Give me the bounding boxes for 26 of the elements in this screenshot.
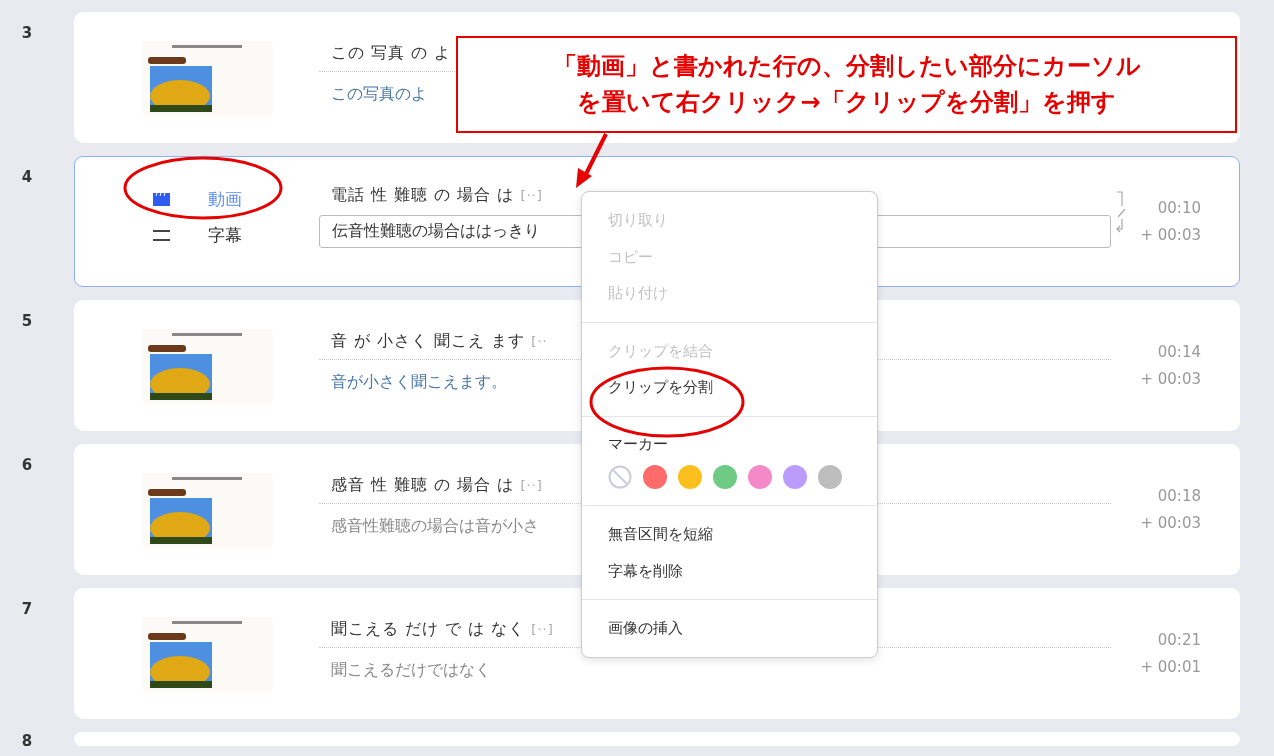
clip-duration: + 00:03 (1140, 512, 1201, 534)
subtitle-text: 音が小さく聞こえます。 (331, 372, 507, 391)
clip-words: 音 が 小さく 聞こえ ます (331, 331, 526, 350)
clip-number: 7 (20, 599, 34, 620)
clip-duration: + 00:01 (1140, 656, 1201, 678)
clip-number: 6 (20, 455, 34, 476)
clip-start-time: 00:21 (1157, 630, 1201, 651)
callout-text-line: 「動画」と書かれた行の、分割したい部分にカーソル (551, 51, 1142, 82)
subtitle-text: この写真のよ (331, 84, 427, 103)
clip-number: 3 (20, 23, 34, 44)
menu-section-title: マーカー (607, 433, 669, 455)
clip-start-time: 00:14 (1157, 342, 1201, 363)
clip-words: この 写真 の よ (331, 43, 452, 62)
clip-duration: + 00:03 (1140, 368, 1201, 390)
clip-number: 8 (20, 732, 34, 746)
clip-words: 聞こえる だけ で は なく (331, 619, 526, 638)
callout-text-line: を置いて右クリック→「クリップを分割」を押す (576, 87, 1117, 118)
clip-number: 4 (20, 167, 34, 188)
clip-words: 電話 性 難聴 の 場合 は (331, 185, 515, 204)
clip-words: 感音 性 難聴 の 場合 は (331, 475, 515, 494)
subtitle-text: 聞こえるだけではなく (331, 660, 491, 679)
subtitle-text: 感音性難聴の場合は音が小さ (331, 516, 539, 535)
clip-duration: + 00:03 (1140, 224, 1201, 246)
clip-number: 5 (20, 311, 34, 332)
clip-start-time: 00:18 (1157, 486, 1201, 507)
clip-start-time: 00:10 (1157, 198, 1201, 219)
